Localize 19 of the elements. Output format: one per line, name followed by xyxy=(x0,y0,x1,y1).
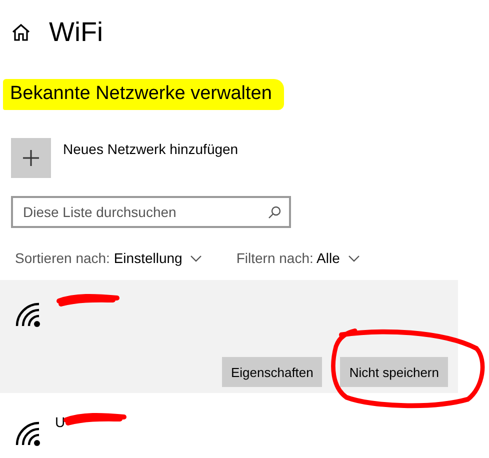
network-item[interactable]: U xyxy=(0,399,458,458)
network-item[interactable]: Eigenschaften Nicht speichern xyxy=(0,280,458,393)
network-name: U xyxy=(55,414,66,430)
plus-icon xyxy=(22,149,40,167)
chevron-down-icon xyxy=(190,254,202,262)
filter-dropdown[interactable]: Filtern nach: Alle xyxy=(236,250,360,266)
wifi-icon xyxy=(15,419,43,447)
chevron-down-icon xyxy=(348,254,360,262)
sort-dropdown[interactable]: Sortieren nach: Einstellung xyxy=(15,250,202,266)
page-title: WiFi xyxy=(49,16,103,48)
search-field[interactable]: Diese Liste durchsuchen xyxy=(11,196,291,228)
home-icon[interactable] xyxy=(11,23,31,41)
forget-button[interactable]: Nicht speichern xyxy=(340,357,448,387)
properties-button[interactable]: Eigenschaften xyxy=(222,357,322,387)
add-button[interactable] xyxy=(11,138,51,178)
wifi-icon xyxy=(15,300,43,328)
search-icon xyxy=(268,206,281,219)
section-heading: Bekannte Netzwerke verwalten xyxy=(3,79,284,110)
add-network-label[interactable]: Neues Netzwerk hinzufügen xyxy=(63,141,238,178)
